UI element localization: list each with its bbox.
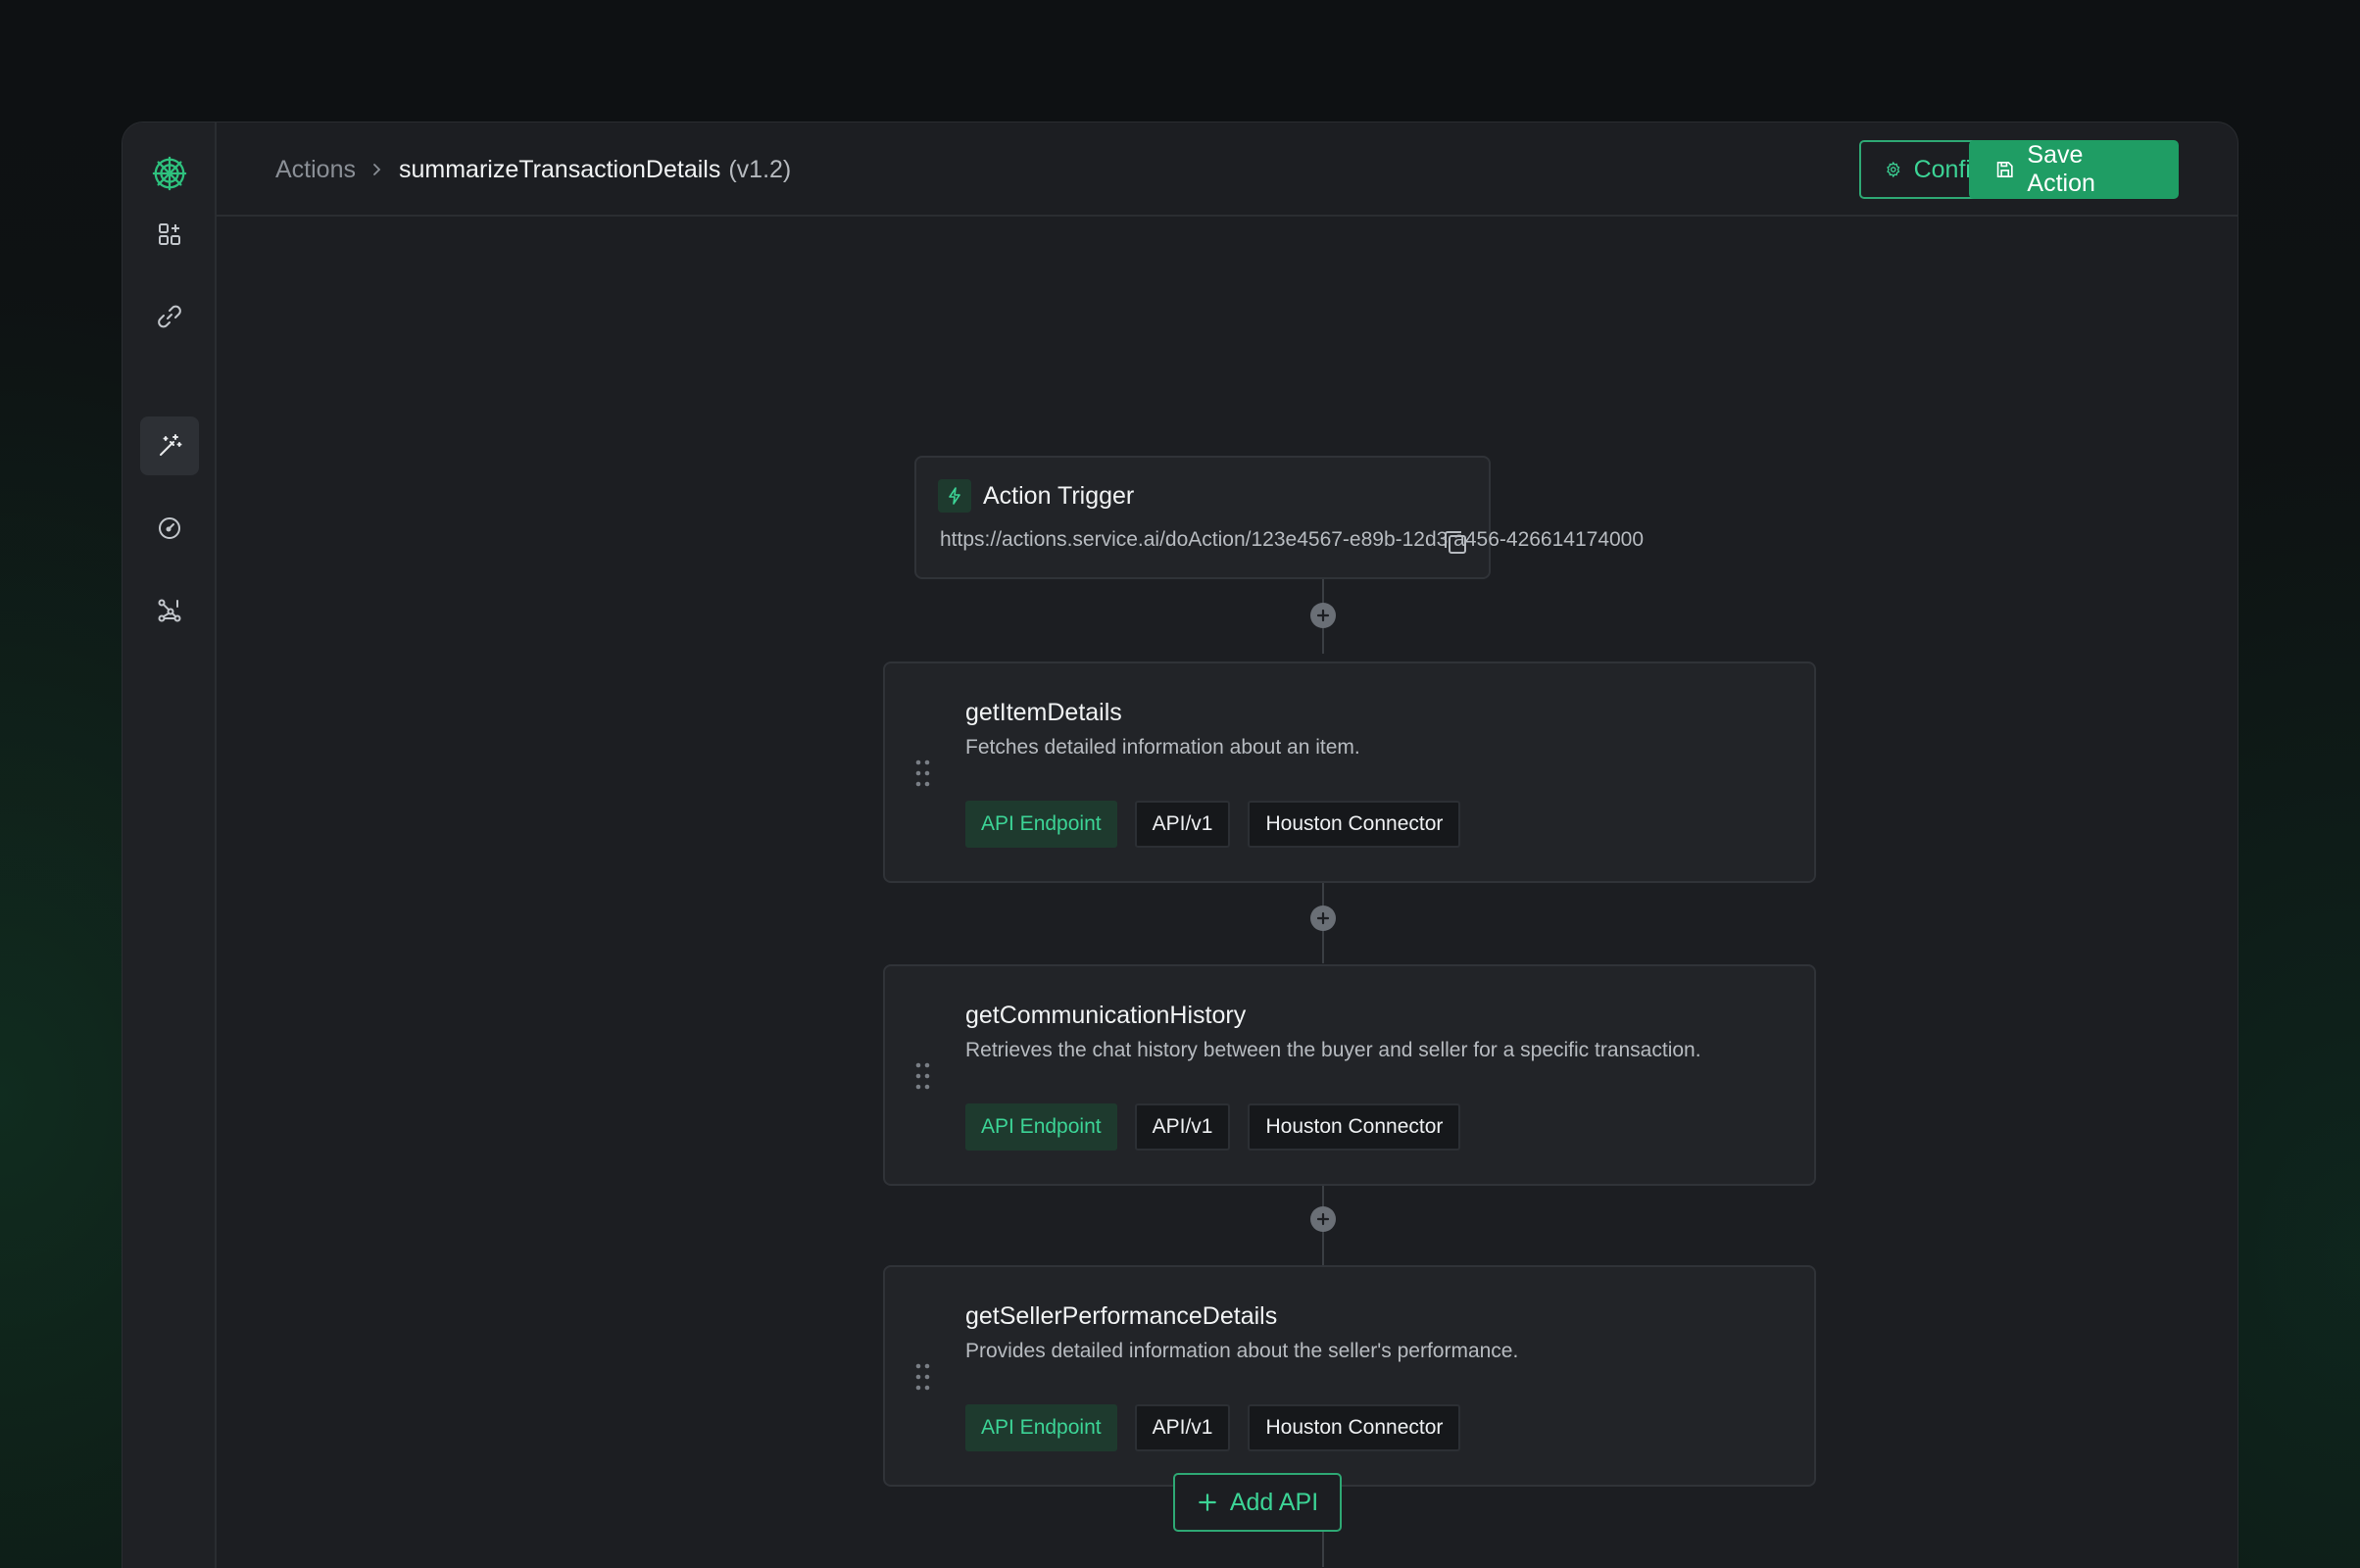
plus-icon bbox=[1316, 609, 1330, 622]
app-window: Actions summarizeTransactionDetails (v1.2… bbox=[122, 122, 2238, 1568]
plus-icon bbox=[1199, 1494, 1216, 1511]
dashboard-add-icon bbox=[159, 223, 180, 245]
breadcrumb-current: summarizeTransactionDetails (v1.2) bbox=[399, 156, 791, 184]
drag-handle-icon[interactable] bbox=[914, 758, 932, 789]
api-tags: API Endpoint API/v1 Houston Connector bbox=[965, 1103, 1461, 1151]
api-name: getItemDetails bbox=[965, 699, 1122, 726]
sidebar-item-links[interactable] bbox=[140, 287, 199, 346]
sidebar-item-actions[interactable] bbox=[140, 416, 199, 475]
api-name: getSellerPerformanceDetails bbox=[965, 1302, 1278, 1330]
api-name: getCommunicationHistory bbox=[965, 1002, 1247, 1029]
gear-icon bbox=[1887, 161, 1900, 178]
api-description: Provides detailed information about the … bbox=[965, 1340, 1519, 1362]
action-trigger-card[interactable]: Action Trigger https://actions.service.a… bbox=[914, 456, 1644, 579]
plus-icon bbox=[1316, 911, 1330, 925]
action-name: summarizeTransactionDetails bbox=[398, 155, 721, 183]
save-action-label: Save Action bbox=[2027, 141, 2095, 197]
tag-api-version: API/v1 bbox=[1134, 1404, 1231, 1451]
add-api-button[interactable]: Add API bbox=[1173, 1473, 1342, 1532]
save-icon bbox=[1996, 162, 2013, 177]
trigger-url: https://actions.service.ai/doAction/123e… bbox=[940, 528, 1645, 551]
save-action-button[interactable]: Save Action bbox=[1969, 140, 2179, 199]
insert-step-button[interactable] bbox=[1310, 906, 1336, 931]
sidebar-item-monitor[interactable] bbox=[140, 499, 199, 558]
api-card[interactable]: getItemDetails Fetches detailed informat… bbox=[883, 662, 1816, 883]
chevron-right-icon bbox=[369, 162, 385, 177]
tag-connector: Houston Connector bbox=[1248, 1103, 1461, 1151]
action-trigger-title: Action Trigger bbox=[983, 481, 1135, 510]
api-tags: API Endpoint API/v1 Houston Connector bbox=[965, 1404, 1461, 1451]
header: Actions summarizeTransactionDetails (v1.2… bbox=[217, 122, 2237, 217]
api-card[interactable]: getCommunicationHistory Retrieves the ch… bbox=[883, 964, 1816, 1186]
api-tags: API Endpoint API/v1 Houston Connector bbox=[965, 801, 1461, 848]
tag-api-endpoint: API Endpoint bbox=[965, 1103, 1117, 1151]
gauge-icon bbox=[159, 517, 180, 539]
sidebar bbox=[123, 122, 217, 1568]
sidebar-item-dashboard[interactable] bbox=[140, 205, 199, 264]
drag-handle-icon[interactable] bbox=[914, 1060, 932, 1092]
action-trigger-header: Action Trigger bbox=[938, 479, 1134, 513]
tag-connector: Houston Connector bbox=[1248, 801, 1461, 848]
tag-connector: Houston Connector bbox=[1248, 1404, 1461, 1451]
api-card[interactable]: getSellerPerformanceDetails Provides det… bbox=[883, 1265, 1816, 1487]
magic-wand-icon bbox=[160, 434, 182, 456]
drag-handle-icon[interactable] bbox=[914, 1361, 932, 1393]
copy-icon[interactable] bbox=[1440, 526, 1471, 558]
breadcrumb: Actions summarizeTransactionDetails (v1.2… bbox=[275, 122, 791, 217]
add-api-label: Add API bbox=[1229, 1488, 1319, 1516]
tag-api-version: API/v1 bbox=[1134, 1103, 1231, 1151]
sidebar-item-connectors[interactable] bbox=[140, 581, 199, 640]
link-icon bbox=[158, 305, 181, 328]
app-logo-icon[interactable] bbox=[150, 154, 189, 193]
api-description: Fetches detailed information about an it… bbox=[965, 736, 1360, 759]
tag-api-endpoint: API Endpoint bbox=[965, 801, 1117, 848]
action-version: (v1.2) bbox=[728, 155, 792, 183]
insert-step-button[interactable] bbox=[1310, 603, 1336, 628]
tag-api-endpoint: API Endpoint bbox=[965, 1404, 1117, 1451]
lightning-bolt-icon bbox=[938, 479, 971, 513]
plus-icon bbox=[1316, 1212, 1330, 1226]
insert-step-button[interactable] bbox=[1310, 1206, 1336, 1232]
breadcrumb-actions-link[interactable]: Actions bbox=[275, 156, 356, 184]
network-icon bbox=[158, 599, 181, 622]
tag-api-version: API/v1 bbox=[1134, 801, 1231, 848]
api-description: Retrieves the chat history between the b… bbox=[965, 1039, 1701, 1061]
